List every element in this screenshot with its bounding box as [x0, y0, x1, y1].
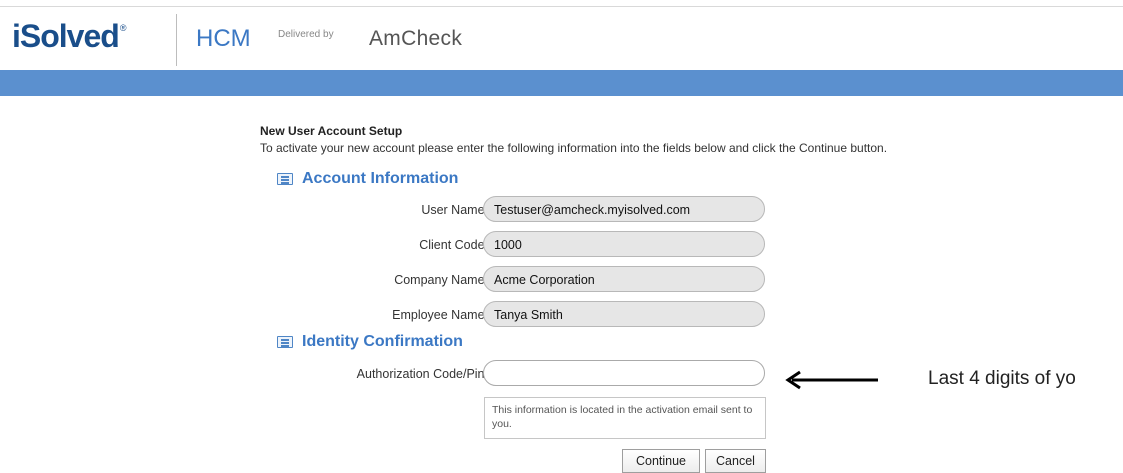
employee-name-label: Employee Name: — [392, 308, 488, 322]
client-code-row: Client Code: 1000 — [260, 231, 780, 259]
company-name-row: Company Name: Acme Corporation — [260, 266, 780, 294]
app-header: iSolved® HCM Delivered by AmCheck — [0, 0, 1123, 96]
isolved-logo-text: iSolved — [12, 18, 120, 54]
employee-name-field: Tanya Smith — [483, 301, 765, 327]
left-arrow-icon — [785, 370, 878, 390]
authorization-hint-box: This information is located in the activ… — [484, 397, 766, 439]
header-top-rule — [0, 6, 1123, 7]
list-icon — [277, 173, 293, 185]
user-name-label: User Name: — [421, 203, 488, 217]
account-information-title: Account Information — [302, 170, 459, 187]
company-name-field: Acme Corporation — [483, 266, 765, 292]
cancel-button[interactable]: Cancel — [705, 449, 766, 473]
authorization-code-input[interactable] — [483, 360, 765, 386]
list-icon — [277, 336, 293, 348]
identity-confirmation-title: Identity Confirmation — [302, 333, 463, 350]
continue-button[interactable]: Continue — [622, 449, 700, 473]
isolved-logo: iSolved® — [12, 18, 127, 54]
registered-mark: ® — [119, 23, 127, 33]
client-code-label: Client Code: — [419, 238, 488, 252]
company-name-label: Company Name: — [394, 273, 488, 287]
user-name-row: User Name: Testuser@amcheck.myisolved.co… — [260, 196, 780, 224]
identity-confirmation-section-header: Identity Confirmation — [277, 331, 463, 353]
account-information-section-header: Account Information — [277, 168, 458, 190]
user-name-field: Testuser@amcheck.myisolved.com — [483, 196, 765, 222]
amcheck-logo-text: AmCheck — [369, 27, 463, 50]
client-code-field: 1000 — [483, 231, 765, 257]
hcm-logo-text: HCM — [196, 25, 251, 52]
logo-divider — [176, 14, 177, 66]
delivered-by-text: Delivered by — [278, 29, 334, 40]
annotation-note: Last 4 digits of yo — [928, 368, 1076, 389]
instructions-text: To activate your new account please ente… — [260, 141, 888, 155]
page-title: New User Account Setup — [260, 124, 403, 138]
authorization-code-label: Authorization Code/Pin: — [356, 367, 488, 381]
authorization-code-row: Authorization Code/Pin: — [260, 360, 780, 388]
employee-name-row: Employee Name: Tanya Smith — [260, 301, 780, 329]
header-color-band — [0, 70, 1123, 96]
